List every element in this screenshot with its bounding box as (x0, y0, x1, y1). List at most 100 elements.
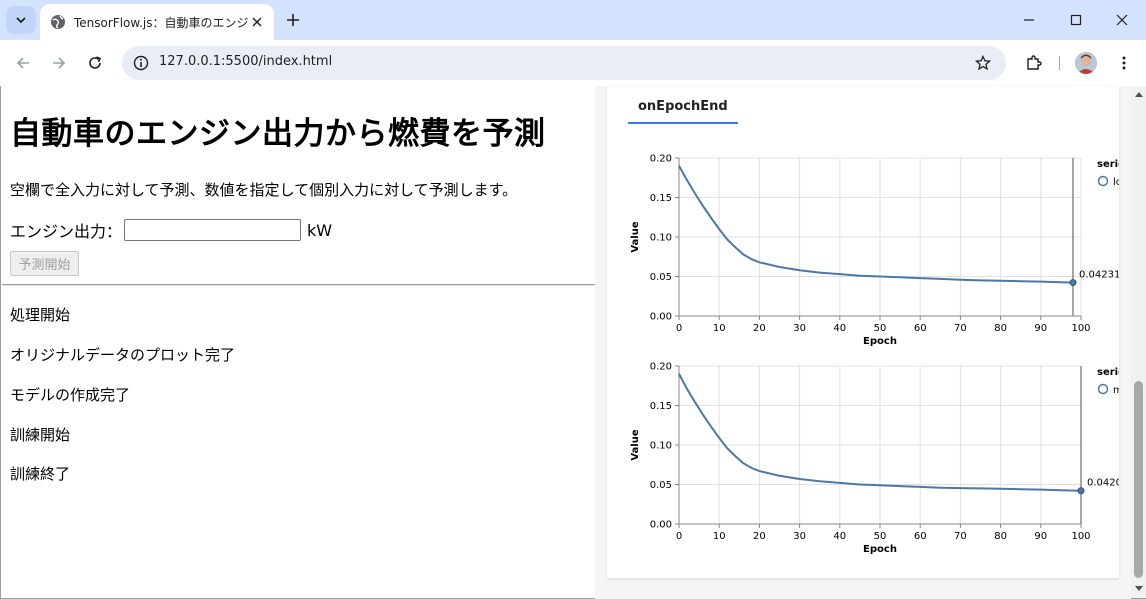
legend-title: series (1097, 159, 1119, 170)
y-axis-title: Value (630, 429, 641, 460)
legend-label: loss (1113, 177, 1119, 188)
x-tick-label: 70 (954, 323, 967, 334)
status-line: 訓練終了 (10, 465, 71, 483)
legend-symbol (1097, 383, 1109, 395)
engine-label: エンジン出力： (10, 222, 123, 241)
x-tick-label: 0 (676, 531, 682, 542)
browser-tab[interactable]: TensorFlow.js：自動車のエンジン出力から燃費を予測 (40, 4, 274, 40)
arrow-left-icon (16, 57, 29, 69)
y-tick-label: 0.00 (650, 520, 672, 531)
bookmark-button[interactable] (972, 52, 994, 74)
page-content: 自動車のエンジン出力から燃費を予測 空欄で全入力に対して予測、数値を指定して個別… (0, 86, 1146, 599)
address-bar[interactable]: 127.0.0.1:5500/index.html (122, 46, 1006, 80)
tab-bar: TensorFlow.js：自動車のエンジン出力から燃費を予測 (0, 0, 1146, 40)
x-tick-label: 10 (713, 531, 726, 542)
chevron-down-icon (16, 17, 26, 24)
engine-output-input[interactable] (124, 219, 302, 241)
x-axis-title: Epoch (863, 544, 897, 555)
x-tick-label: 40 (833, 531, 846, 542)
y-tick-label: 0.15 (650, 401, 672, 412)
x-tick-label: 40 (833, 323, 846, 334)
y-tick-label: 0.10 (650, 441, 672, 452)
status-line: 処理開始 (10, 306, 71, 324)
extensions-button[interactable] (1022, 51, 1046, 75)
x-tick-label: 90 (1034, 323, 1047, 334)
status-line: オリジナルデータのプロット完了 (10, 346, 236, 364)
x-tick-label: 100 (1071, 323, 1090, 334)
tab-search-button[interactable] (6, 6, 36, 34)
page-scrollbar[interactable] (1131, 86, 1146, 598)
y-tick-label: 0.05 (650, 272, 672, 283)
x-axis-title: Epoch (863, 336, 897, 347)
toolbar-separator (1059, 56, 1060, 70)
value-label: 0.042091 (1087, 478, 1119, 489)
back-button[interactable] (11, 51, 35, 75)
scroll-down-button[interactable] (1131, 582, 1146, 596)
x-tick-label: 80 (994, 323, 1007, 334)
legend-symbol (1097, 175, 1109, 187)
globe-icon (51, 15, 65, 29)
x-tick-label: 90 (1034, 531, 1047, 542)
status-line: モデルの作成完了 (10, 386, 131, 404)
page-title: 自動車のエンジン出力から燃費を予測 (10, 116, 546, 152)
scroll-thumb[interactable] (1134, 381, 1143, 578)
x-tick-label: 50 (874, 323, 887, 334)
visor-panel: onEpochEnd 0 10 20 30 40 50 60 70 80 90 100 0.00 0.0… (607, 86, 1119, 578)
x-tick-label: 60 (914, 531, 927, 542)
y-tick-label: 0.20 (650, 362, 672, 373)
series-line-loss (678, 165, 1074, 284)
info-icon (133, 55, 149, 71)
x-tick-label: 20 (753, 323, 766, 334)
legend-title: series (1097, 367, 1119, 378)
hover-point (1077, 487, 1085, 495)
profile-avatar[interactable] (1075, 52, 1097, 74)
legend-label: mse (1113, 385, 1119, 396)
tab-close-button[interactable] (248, 13, 266, 31)
minimize-icon (1024, 19, 1034, 21)
x-tick-label: 80 (994, 531, 1007, 542)
triangle-up-icon (1134, 92, 1143, 97)
arrow-right-icon (53, 57, 66, 69)
y-tick-label: 0.20 (650, 154, 672, 165)
x-tick-label: 30 (793, 531, 806, 542)
tab-title: TensorFlow.js：自動車のエンジン出力から燃費を予測 (74, 15, 248, 30)
predict-button[interactable]: 予測開始 (10, 251, 79, 276)
maximize-button[interactable] (1064, 8, 1088, 32)
new-tab-button[interactable] (282, 9, 304, 31)
y-tick-label: 0.10 (650, 233, 672, 244)
browser-toolbar: 127.0.0.1:5500/index.html (0, 40, 1146, 86)
value-label: 0.042310 (1079, 270, 1119, 281)
reload-button[interactable] (83, 51, 107, 75)
y-tick-label: 0.15 (650, 193, 672, 204)
y-tick-label: 0.00 (650, 312, 672, 323)
x-tick-label: 70 (954, 531, 967, 542)
loss-chart: 0 10 20 30 40 50 60 70 80 90 100 0.00 0.05 0.10 0.15 0.… (630, 154, 1119, 348)
avatar-icon (1075, 52, 1097, 74)
triangle-down-icon (1134, 586, 1143, 591)
close-icon (252, 17, 262, 27)
page-description: 空欄で全入力に対して予測、数値を指定して個別入力に対して予測します。 (10, 181, 518, 199)
star-icon (975, 55, 991, 71)
x-tick-label: 60 (914, 323, 927, 334)
more-vertical-icon (1122, 56, 1126, 70)
forward-button[interactable] (47, 51, 71, 75)
x-tick-label: 20 (753, 531, 766, 542)
divider (2, 284, 596, 286)
minimize-button[interactable] (1017, 8, 1041, 32)
site-info-button[interactable] (130, 52, 152, 74)
window-close-button[interactable] (1110, 8, 1134, 32)
maximize-icon (1070, 14, 1082, 26)
x-tick-label: 30 (793, 323, 806, 334)
engine-input-row: エンジン出力： kW (10, 218, 332, 242)
browser-menu-button[interactable] (1112, 51, 1136, 75)
x-tick-label: 0 (676, 323, 682, 334)
tab-onepochend[interactable]: onEpochEnd (628, 99, 738, 124)
x-tick-label: 10 (713, 323, 726, 334)
tfvis-visor: onEpochEnd 0 10 20 30 40 50 60 70 80 90 100 0.00 0.0… (595, 86, 1131, 599)
scroll-up-button[interactable] (1131, 87, 1146, 101)
y-axis-title: Value (630, 221, 641, 252)
plus-icon (287, 14, 299, 26)
hover-point (1069, 279, 1077, 287)
x-tick-label: 50 (874, 531, 887, 542)
mse-chart: 0 10 20 30 40 50 60 70 80 90 100 0.00 0.05 0.10 0.15 0.… (630, 362, 1119, 556)
